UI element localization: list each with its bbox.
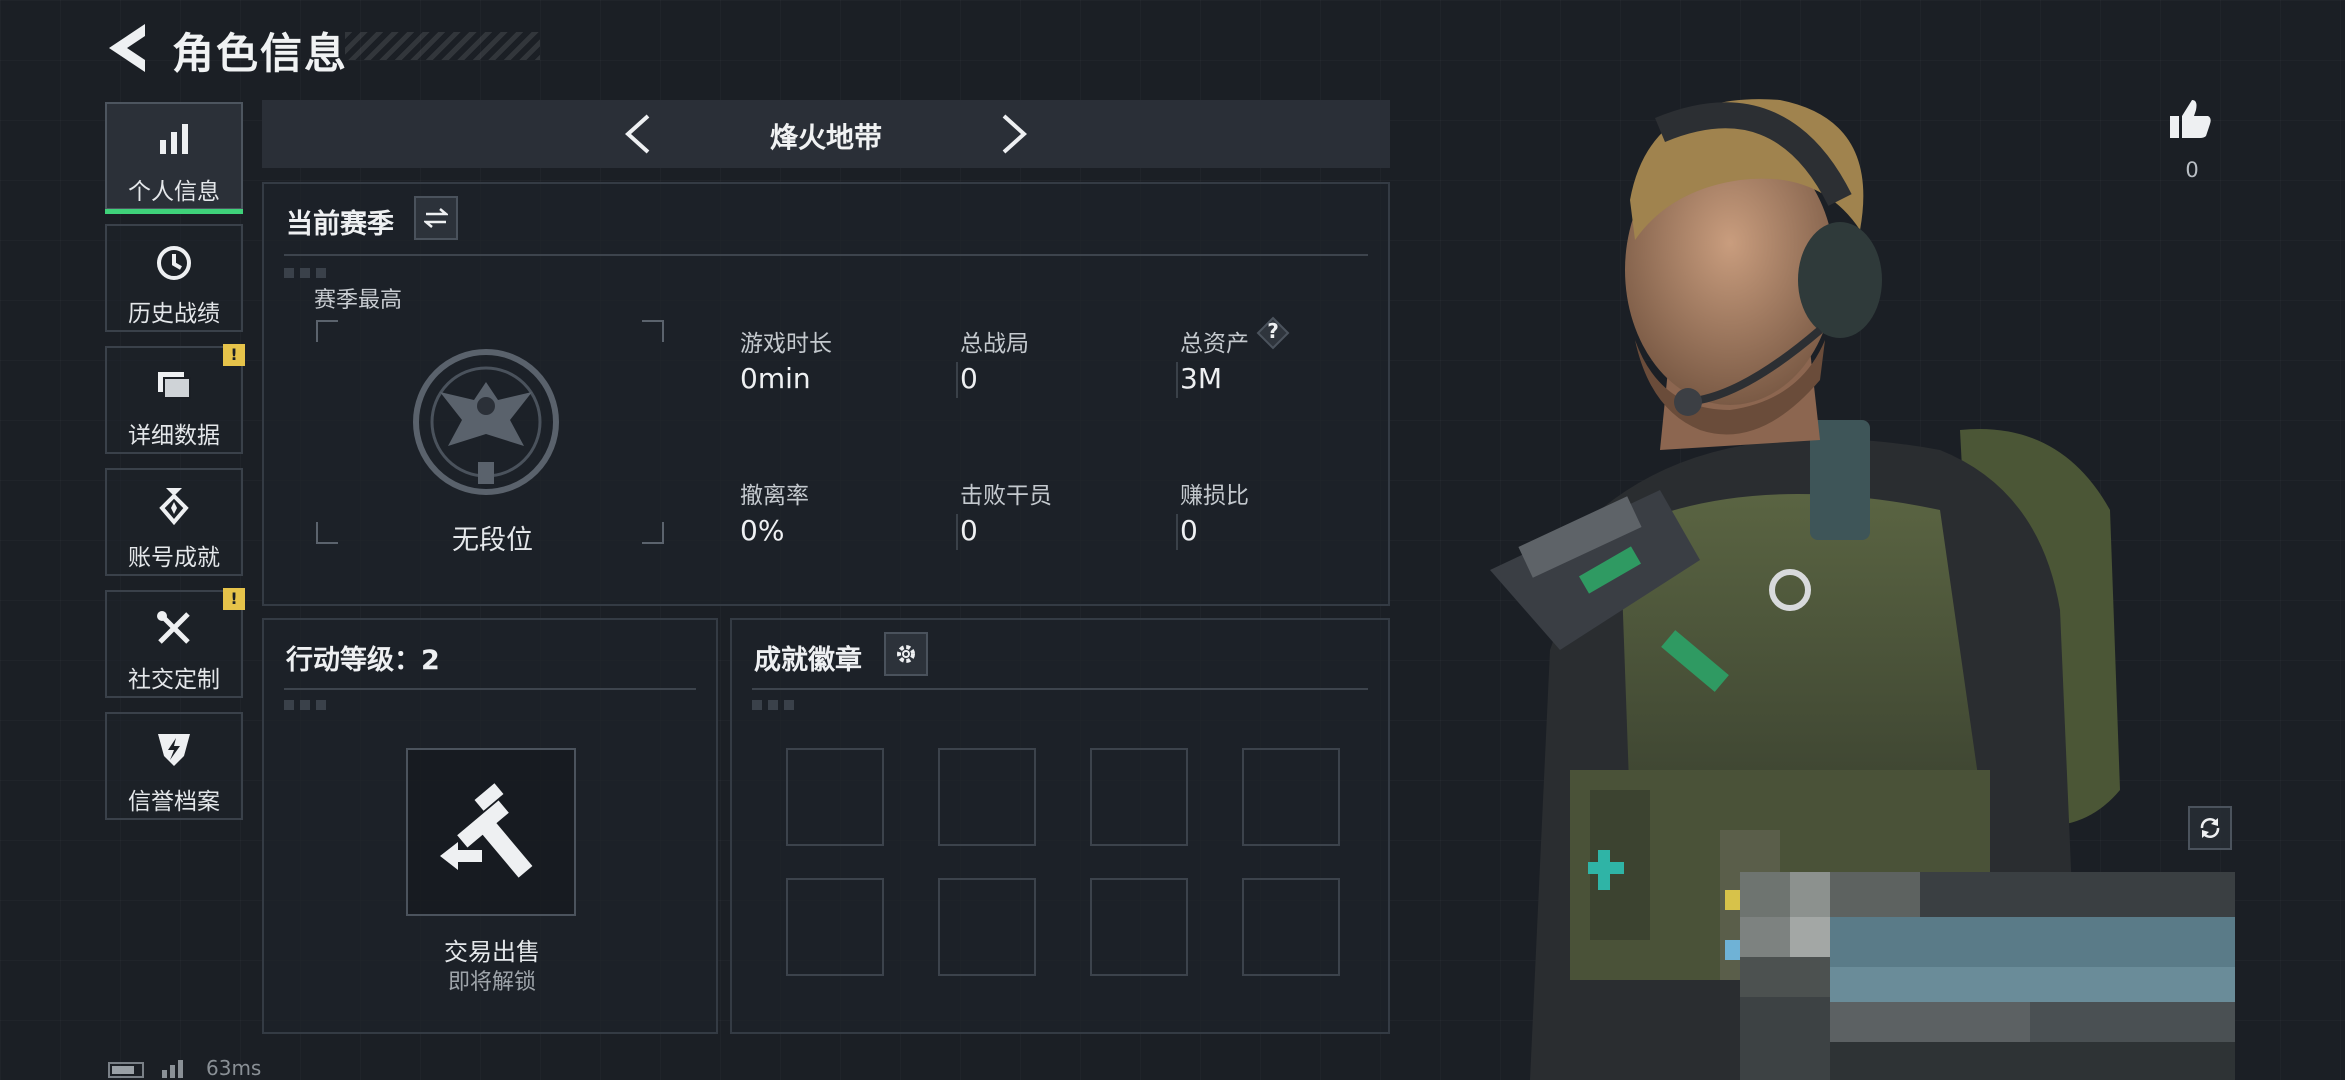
nav-label: 详细数据: [128, 423, 220, 449]
gear-icon: [897, 645, 915, 663]
rank-name: 无段位: [452, 525, 533, 556]
trade-sell-tile[interactable]: [406, 748, 576, 916]
stat-value: 0%: [740, 514, 785, 547]
badge-slot[interactable]: [1090, 748, 1188, 846]
season-best-label: 赛季最高: [314, 288, 403, 313]
auction-hammer-icon: [440, 783, 533, 878]
alert-badge: !: [223, 344, 245, 366]
divider: [752, 688, 1368, 690]
nav-item-reputation[interactable]: 信誉档案: [105, 712, 243, 820]
nav-label: 个人信息: [128, 179, 220, 205]
badge-slot[interactable]: [1242, 878, 1340, 976]
stat-value: 0: [960, 514, 978, 547]
title-stripe-decoration: [345, 32, 540, 60]
tools-icon: [157, 611, 190, 644]
clock-history-icon: [157, 246, 191, 280]
swap-icon: [424, 208, 448, 228]
ping-readout: 63ms: [206, 1056, 262, 1080]
frame-corner: [642, 320, 664, 342]
bar-chart-icon: [160, 124, 188, 154]
back-arrow-icon[interactable]: [105, 22, 149, 74]
season-title: 当前赛季: [286, 209, 394, 240]
divider: [284, 254, 1368, 256]
deco-dashes: [284, 268, 332, 278]
badge-slot[interactable]: [938, 878, 1036, 976]
mode-selector: 烽火地带: [262, 100, 1390, 168]
stat-value: 0: [1180, 514, 1198, 547]
badge-settings-button[interactable]: [884, 632, 928, 676]
stat-separator: [956, 362, 958, 398]
trade-sell-label: 交易出售: [444, 938, 540, 966]
badge-slot[interactable]: [786, 878, 884, 976]
stat-value: 0: [960, 362, 978, 395]
stat-label: 撤离率: [740, 483, 809, 509]
badge-slot[interactable]: [1242, 748, 1340, 846]
rotate-icon: [2200, 818, 2220, 838]
nav-item-achievements[interactable]: 账号成就: [105, 468, 243, 576]
medal-icon: [159, 488, 189, 526]
nav-item-detailed-data[interactable]: 详细数据 !: [105, 344, 245, 454]
stat-separator: [956, 514, 958, 550]
like-count: 0: [2185, 158, 2199, 182]
folder-icon: [158, 372, 191, 399]
nav-label: 历史战绩: [128, 301, 220, 327]
swap-season-button[interactable]: [414, 196, 458, 240]
pixelated-censor-block: [1740, 872, 2235, 1080]
stat-label: 总战局: [960, 331, 1029, 357]
unlock-status: 即将解锁: [447, 970, 536, 995]
achievement-badges-panel: 成就徽章: [730, 618, 1390, 1034]
shield-bolt-icon: [158, 734, 190, 766]
rotate-model-button[interactable]: [2188, 806, 2232, 850]
rank-emblem-icon: [413, 349, 559, 495]
badges-title: 成就徽章: [754, 645, 862, 676]
mode-name: 烽火地带: [769, 121, 882, 154]
badge-slot[interactable]: [1090, 878, 1188, 976]
nav-label: 社交定制: [128, 667, 220, 693]
chevron-right-icon[interactable]: [1000, 112, 1030, 156]
frame-corner: [316, 320, 338, 342]
badge-slot[interactable]: [786, 748, 884, 846]
alert-badge: !: [223, 588, 245, 610]
deco-dashes: [752, 700, 800, 710]
stat-separator: [1176, 362, 1178, 398]
signal-icon: [162, 1060, 183, 1078]
frame-corner: [642, 522, 664, 544]
stat-label: 总资产: [1180, 331, 1249, 357]
frame-corner: [316, 522, 338, 544]
nav-label: 信誉档案: [128, 789, 220, 815]
help-button[interactable]: ?: [1256, 316, 1290, 350]
deco-dashes: [284, 700, 332, 710]
help-glyph: ?: [1267, 319, 1279, 343]
stat-value: 3M: [1180, 362, 1222, 395]
stat-value: 0min: [740, 362, 811, 395]
page-title: 角色信息: [172, 29, 349, 78]
badge-slot[interactable]: [938, 748, 1036, 846]
action-level-title: 行动等级：2: [286, 645, 440, 676]
stat-separator: [1176, 514, 1178, 550]
divider: [284, 688, 696, 690]
stat-label: 游戏时长: [740, 331, 832, 357]
stat-label: 击败干员: [960, 483, 1052, 509]
nav-item-personal-info[interactable]: 个人信息: [105, 102, 243, 214]
nav-label: 账号成就: [128, 545, 220, 571]
action-level-panel: 行动等级：2 交易出售 即将解锁: [262, 618, 718, 1034]
battery-icon: [108, 1062, 144, 1078]
nav-item-history[interactable]: 历史战绩: [105, 224, 243, 332]
season-panel: 当前赛季 赛季最高 无段位 游戏时长 0min 总战局 0 总资产 ? 3M 撤…: [262, 182, 1390, 606]
thumbs-up-icon[interactable]: [2168, 96, 2214, 142]
stat-label: 赚损比: [1180, 483, 1249, 509]
nav-item-social-custom[interactable]: 社交定制 !: [105, 588, 245, 698]
